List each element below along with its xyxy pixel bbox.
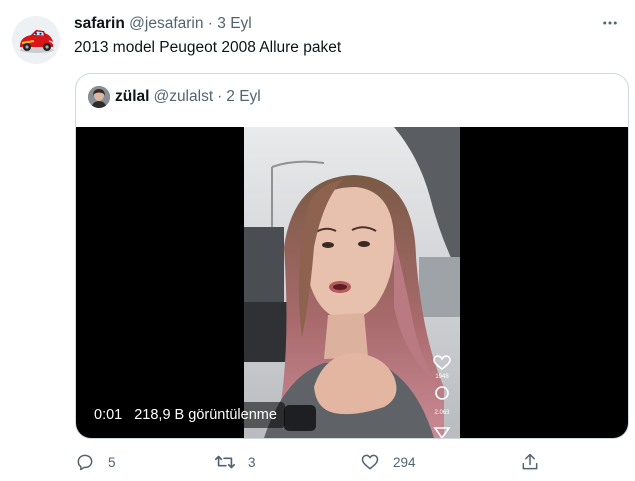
reply-count: 5 xyxy=(108,454,116,470)
overlay-comments-count: 2.063 xyxy=(434,410,450,416)
tweet-action-bar: 5 3 294 xyxy=(74,450,554,474)
overlay-likes-count: 1948 xyxy=(435,374,449,380)
more-options-button[interactable] xyxy=(599,12,621,34)
video-view-count: 218,9 B görüntülenme xyxy=(134,407,277,423)
share-button[interactable] xyxy=(519,450,553,474)
quoted-tweet-card[interactable]: zülal @zulalst · 2 Eyl 1948 2.063 0:01 2… xyxy=(75,73,629,439)
person-avatar-image xyxy=(88,86,110,108)
video-duration: 0:01 xyxy=(94,407,123,423)
retweet-count: 3 xyxy=(248,454,256,470)
quoted-tweet-header: zülal @zulalst · 2 Eyl xyxy=(88,86,261,108)
video-thumbnail-image: 1948 2.063 xyxy=(244,127,460,438)
tweet-text: 2013 model Peugeot 2008 Allure paket xyxy=(74,39,342,56)
video-player[interactable]: 1948 2.063 0:01 218,9 B görüntülenme xyxy=(76,127,628,438)
quoted-author-avatar xyxy=(88,86,110,108)
video-stats-badge: 0:01 218,9 B görüntülenme xyxy=(86,402,285,428)
video-frame: 1948 2.063 xyxy=(244,127,460,438)
reply-button[interactable]: 5 xyxy=(74,450,116,474)
quoted-tweet-timestamp: 2 Eyl xyxy=(226,88,261,105)
race-car-avatar-image xyxy=(12,16,60,64)
tweet-header: safarin @jesafarin · 3 Eyl xyxy=(74,15,252,33)
author-handle[interactable]: @jesafarin xyxy=(129,15,203,32)
header-separator: · xyxy=(207,15,213,32)
like-count: 294 xyxy=(393,454,416,470)
retweet-icon xyxy=(215,455,235,469)
share-icon xyxy=(522,453,538,470)
author-display-name[interactable]: safarin xyxy=(74,15,125,32)
quoted-author-handle: @zulalst xyxy=(153,88,214,105)
heart-icon xyxy=(361,454,379,470)
tweet-timestamp[interactable]: 3 Eyl xyxy=(217,15,251,32)
quoted-author-display-name: zülal xyxy=(115,88,150,105)
author-avatar[interactable] xyxy=(12,16,60,64)
like-button[interactable]: 294 xyxy=(359,450,416,474)
reply-icon xyxy=(77,454,93,471)
retweet-button[interactable]: 3 xyxy=(214,450,256,474)
quoted-header-separator: · xyxy=(217,88,223,105)
more-icon xyxy=(603,21,617,25)
